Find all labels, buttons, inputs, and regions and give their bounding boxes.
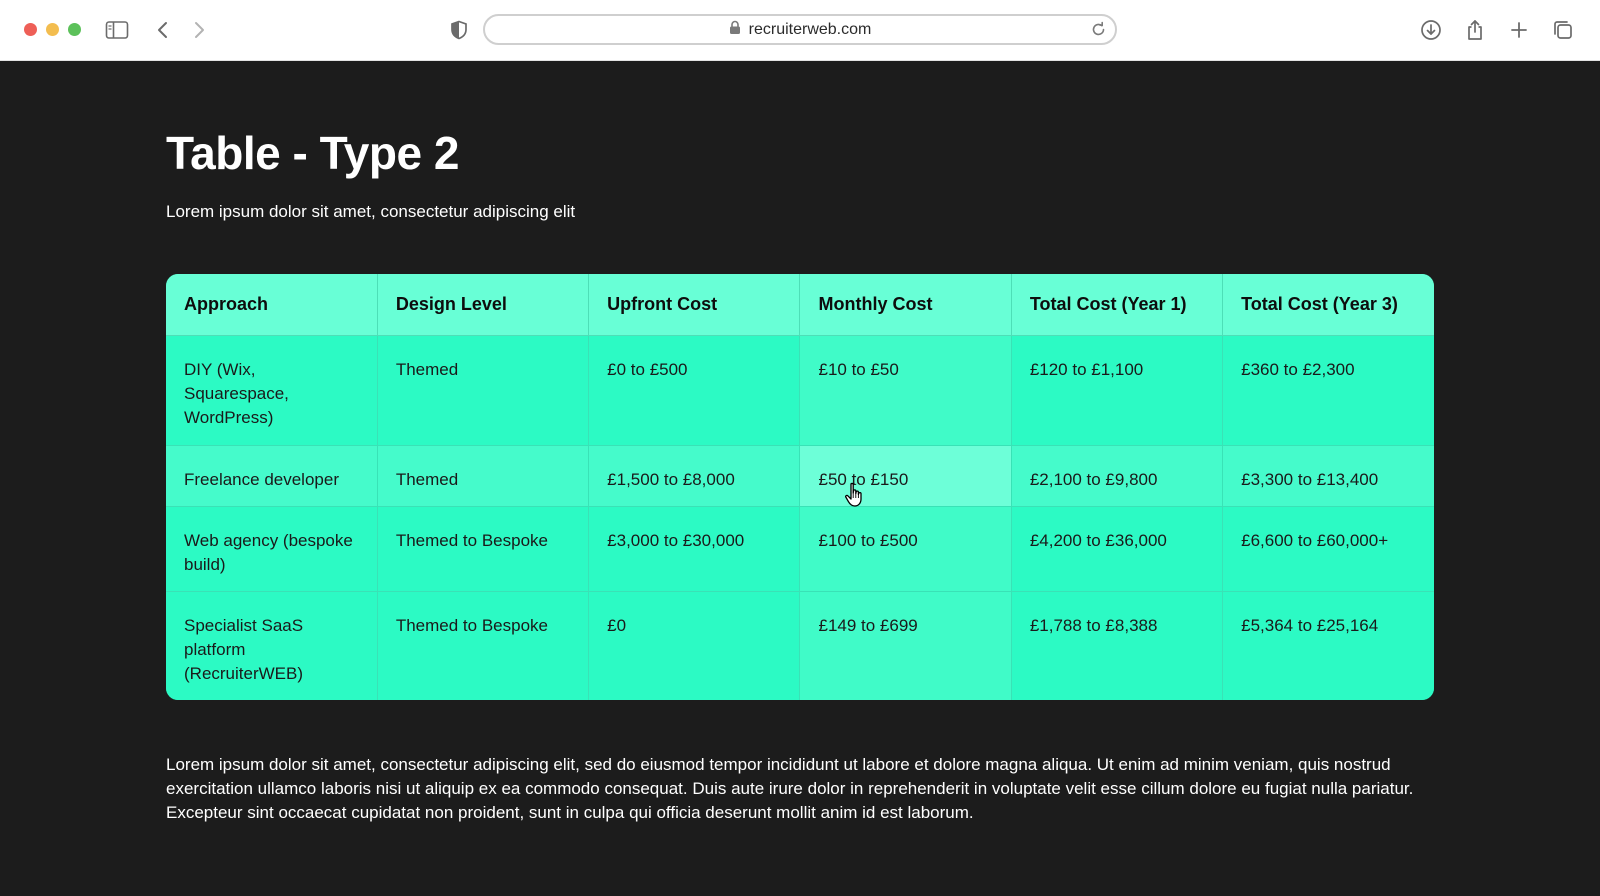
table-cell: £1,500 to £8,000: [588, 445, 801, 507]
tabs-overview-icon[interactable]: [1550, 17, 1576, 43]
column-header-design-level: Design Level: [377, 274, 590, 336]
table-cell: £3,000 to £30,000: [588, 506, 801, 592]
table-row: Specialist SaaS platform (RecruiterWEB) …: [166, 591, 1434, 700]
lock-icon: [729, 20, 741, 40]
table-cell: £4,200 to £36,000: [1011, 506, 1224, 592]
table-cell-hovered: £50 to £150: [799, 445, 1012, 507]
close-window-button[interactable]: [24, 23, 37, 36]
reload-icon[interactable]: [1090, 21, 1107, 43]
table-cell: £5,364 to £25,164: [1222, 591, 1434, 700]
table-row: DIY (Wix, Squarespace, WordPress) Themed…: [166, 335, 1434, 446]
table-cell: Themed: [377, 335, 590, 446]
new-tab-icon[interactable]: [1506, 17, 1532, 43]
table-cell: £0: [588, 591, 801, 700]
page-title: Table - Type 2: [166, 127, 459, 179]
column-header-total-cost-year-3: Total Cost (Year 3): [1222, 274, 1434, 336]
table-row: Freelance developer Themed £1,500 to £8,…: [166, 445, 1434, 507]
hand-cursor-icon: [844, 482, 866, 508]
back-icon[interactable]: [150, 17, 176, 43]
page-subtitle: Lorem ipsum dolor sit amet, consectetur …: [166, 202, 576, 221]
address-bar[interactable]: recruiterweb.com: [483, 14, 1117, 45]
sidebar-icon[interactable]: [104, 17, 130, 43]
table-cell: £0 to £500: [588, 335, 801, 446]
table-cell: Freelance developer: [166, 445, 378, 507]
table-cell: Themed to Bespoke: [377, 506, 590, 592]
shield-icon[interactable]: [446, 17, 472, 43]
table-cell: £149 to £699: [799, 591, 1012, 700]
cost-comparison-table: Approach Design Level Upfront Cost Month…: [166, 274, 1434, 700]
share-icon[interactable]: [1462, 17, 1488, 43]
forward-icon[interactable]: [186, 17, 212, 43]
table-cell: DIY (Wix, Squarespace, WordPress): [166, 335, 378, 446]
table-cell: £10 to £50: [799, 335, 1012, 446]
url-text: recruiterweb.com: [748, 20, 872, 38]
browser-toolbar: recruiterweb.com: [0, 0, 1600, 61]
table-cell: £2,100 to £9,800: [1011, 445, 1224, 507]
table-cell: £6,600 to £60,000+: [1222, 506, 1434, 592]
table-cell: Web agency (bespoke build): [166, 506, 378, 592]
table-cell: Themed to Bespoke: [377, 591, 590, 700]
table-cell: £3,300 to £13,400: [1222, 445, 1434, 507]
body-paragraph: Lorem ipsum dolor sit amet, consectetur …: [166, 755, 1414, 822]
minimize-window-button[interactable]: [46, 23, 59, 36]
table-cell: Specialist SaaS platform (RecruiterWEB): [166, 591, 378, 700]
table-header-row: Approach Design Level Upfront Cost Month…: [166, 274, 1434, 336]
column-header-approach: Approach: [166, 274, 378, 336]
table-cell: £360 to £2,300: [1222, 335, 1434, 446]
maximize-window-button[interactable]: [68, 23, 81, 36]
column-header-monthly-cost: Monthly Cost: [799, 274, 1012, 336]
download-icon[interactable]: [1418, 17, 1444, 43]
table-row: Web agency (bespoke build) Themed to Bes…: [166, 506, 1434, 592]
table-cell: £100 to £500: [799, 506, 1012, 592]
column-header-total-cost-year-1: Total Cost (Year 1): [1011, 274, 1224, 336]
table-cell: £120 to £1,100: [1011, 335, 1224, 446]
table-cell: Themed: [377, 445, 590, 507]
table-cell: £1,788 to £8,388: [1011, 591, 1224, 700]
column-header-upfront-cost: Upfront Cost: [588, 274, 801, 336]
